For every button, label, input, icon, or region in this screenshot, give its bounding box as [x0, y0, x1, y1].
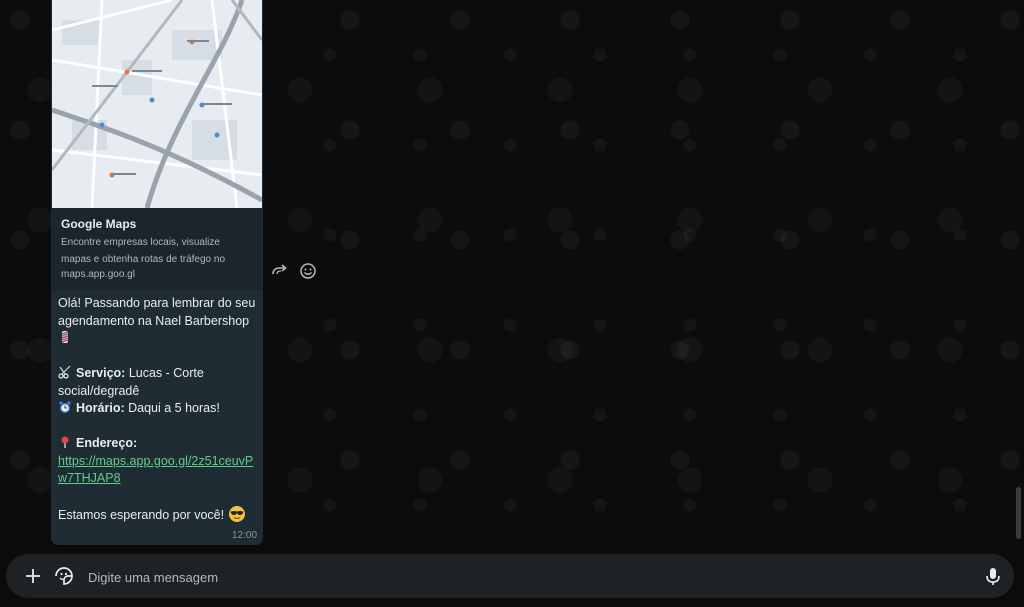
preview-title: Google Maps [61, 217, 137, 231]
scrollbar-thumb[interactable] [1016, 487, 1021, 539]
microphone-icon[interactable] [982, 565, 1004, 587]
link-preview-card[interactable]: Google Maps Encontre empresas locais, vi… [52, 0, 262, 290]
message-text: Olá! Passando para lembrar do seu agenda… [58, 295, 263, 525]
pushpin-icon [61, 436, 69, 448]
maps-link-continued[interactable]: w7THJAP8 [58, 470, 263, 488]
closing-row: Estamos esperando por você! [58, 505, 263, 525]
time-value: Daqui a 5 horas! [124, 401, 220, 415]
sunglasses-emoji-icon [228, 506, 245, 522]
alarm-clock-icon [59, 401, 71, 413]
forward-icon[interactable] [271, 262, 289, 280]
maps-link[interactable]: https://maps.app.goo.gl/2z51ceuvP [58, 453, 263, 471]
barber-pole-emoji [58, 330, 263, 348]
message-line: Olá! Passando para lembrar do seu [58, 296, 256, 310]
message-line: agendamento na Nael Barbershop [58, 313, 250, 328]
service-row: Serviço: Lucas - Corte [58, 365, 263, 383]
preview-description: Encontre empresas locais, visualize mapa… [61, 237, 226, 265]
service-value: Lucas - Corte [125, 366, 204, 380]
message-input[interactable] [86, 564, 970, 590]
sticker-icon[interactable] [53, 565, 75, 587]
message-composer [6, 554, 1014, 598]
address-row: Endereço: [58, 435, 263, 453]
time-row: Horário: Daqui a 5 horas! [58, 400, 263, 418]
service-label: Serviço: [76, 366, 126, 380]
plus-icon[interactable] [22, 565, 44, 587]
message-timestamp: 12:00 [232, 530, 258, 541]
scissors-icon [58, 365, 71, 379]
address-label: Endereço: [76, 436, 138, 450]
time-label: Horário: [76, 401, 125, 415]
closing-text: Estamos esperando por você! [58, 508, 225, 522]
map-thumbnail[interactable] [52, 0, 262, 208]
preview-domain: maps.app.goo.gl [61, 269, 135, 280]
service-value-continued: social/degradê [58, 383, 140, 398]
smiley-icon[interactable] [299, 262, 317, 280]
